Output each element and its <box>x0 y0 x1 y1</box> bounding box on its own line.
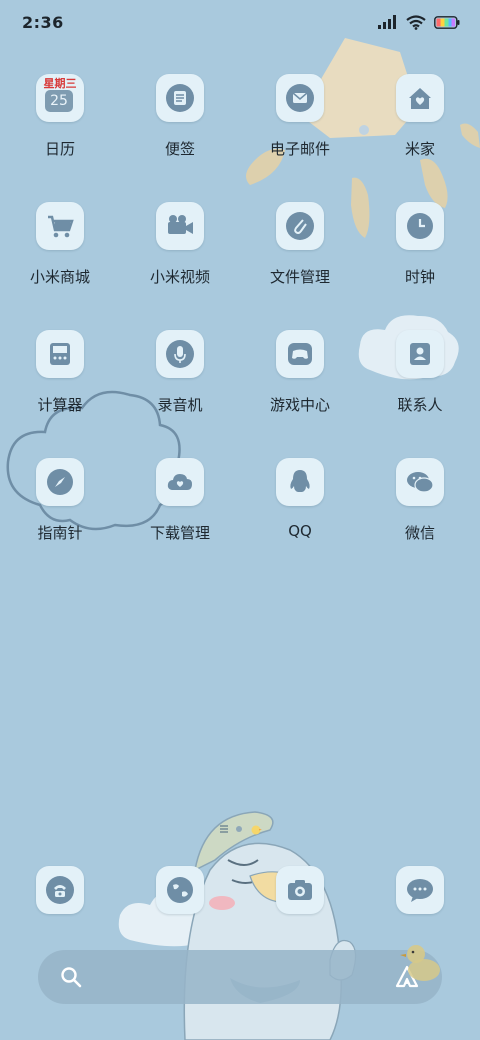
cart-icon <box>36 202 84 250</box>
dock-messages[interactable] <box>360 866 480 914</box>
penguin-icon <box>276 458 324 506</box>
dock <box>0 866 480 914</box>
app-email[interactable]: 电子邮件 <box>240 74 360 202</box>
app-compass[interactable]: 指南针 <box>0 458 120 586</box>
page-indicator[interactable] <box>216 822 266 836</box>
app-recorder[interactable]: 录音机 <box>120 330 240 458</box>
app-label: 便签 <box>164 140 195 158</box>
wifi-icon <box>406 14 426 30</box>
battery-icon <box>434 15 460 29</box>
notes-icon <box>156 74 204 122</box>
clock-icon <box>396 202 444 250</box>
app-label: 米家 <box>404 140 435 158</box>
page-dot <box>236 826 242 832</box>
app-wechat[interactable]: 微信 <box>360 458 480 586</box>
app-contacts[interactable]: 联系人 <box>360 330 480 458</box>
calendar-day: 25 <box>45 90 73 112</box>
app-calculator[interactable]: 计算器 <box>0 330 120 458</box>
app-file-manager[interactable]: 文件管理 <box>240 202 360 330</box>
app-notes[interactable]: 便签 <box>120 74 240 202</box>
app-grid: 星期三 25 日历 便签 电子邮件 米家 小米商城 小米视频 文件管理 时钟 计… <box>0 74 480 586</box>
app-mijia[interactable]: 米家 <box>360 74 480 202</box>
app-label: 联系人 <box>397 396 443 414</box>
video-camera-icon <box>156 202 204 250</box>
app-label: QQ <box>288 522 312 540</box>
app-label: 录音机 <box>157 396 203 414</box>
signal-icon <box>378 15 396 29</box>
app-label: 日历 <box>44 140 75 158</box>
app-row: 星期三 25 日历 便签 电子邮件 米家 <box>0 74 480 202</box>
paperclip-icon <box>276 202 324 250</box>
globe-icon <box>156 866 204 914</box>
app-qq[interactable]: QQ <box>240 458 360 586</box>
calendar-weekday: 星期三 <box>43 77 77 90</box>
app-label: 时钟 <box>404 268 435 286</box>
app-calendar[interactable]: 星期三 25 日历 <box>0 74 120 202</box>
app-label: 下载管理 <box>149 524 210 542</box>
dock-camera[interactable] <box>240 866 360 914</box>
app-label: 电子邮件 <box>269 140 330 158</box>
duck-sticker <box>400 945 440 981</box>
app-game-center[interactable]: 游戏中心 <box>240 330 360 458</box>
app-clock[interactable]: 时钟 <box>360 202 480 330</box>
dock-browser[interactable] <box>120 866 240 914</box>
app-row: 计算器 录音机 游戏中心 联系人 <box>0 330 480 458</box>
contact-card-icon <box>396 330 444 378</box>
calculator-icon <box>36 330 84 378</box>
duck-character <box>183 811 357 1040</box>
app-mi-store[interactable]: 小米商城 <box>0 202 120 330</box>
wechat-bubbles-icon <box>396 458 444 506</box>
app-label: 游戏中心 <box>269 396 330 414</box>
camera-icon <box>276 866 324 914</box>
dock-phone[interactable] <box>0 866 120 914</box>
duck-page-icon <box>251 825 262 835</box>
gamepad-icon <box>276 330 324 378</box>
mail-icon <box>276 74 324 122</box>
search-bar[interactable] <box>38 950 442 1004</box>
app-downloads[interactable]: 下载管理 <box>120 458 240 586</box>
app-label: 小米视频 <box>149 268 210 286</box>
app-row: 指南针 下载管理 QQ 微信 <box>0 458 480 586</box>
app-label: 计算器 <box>37 396 83 414</box>
message-bubble-icon <box>396 866 444 914</box>
home-heart-icon <box>396 74 444 122</box>
calendar-icon: 星期三 25 <box>36 74 84 122</box>
clock-time: 2:36 <box>22 12 64 32</box>
app-label: 指南针 <box>37 524 83 542</box>
status-bar: 2:36 <box>0 0 480 44</box>
app-label: 文件管理 <box>269 268 330 286</box>
compass-icon <box>36 458 84 506</box>
app-mi-video[interactable]: 小米视频 <box>120 202 240 330</box>
app-label: 微信 <box>404 524 435 542</box>
menu-lines-icon <box>220 825 228 833</box>
app-label: 小米商城 <box>29 268 90 286</box>
microphone-icon <box>156 330 204 378</box>
phone-icon <box>36 866 84 914</box>
status-icons <box>378 14 460 30</box>
cloud-heart-icon <box>156 458 204 506</box>
app-row: 小米商城 小米视频 文件管理 时钟 <box>0 202 480 330</box>
search-icon[interactable] <box>60 966 82 988</box>
